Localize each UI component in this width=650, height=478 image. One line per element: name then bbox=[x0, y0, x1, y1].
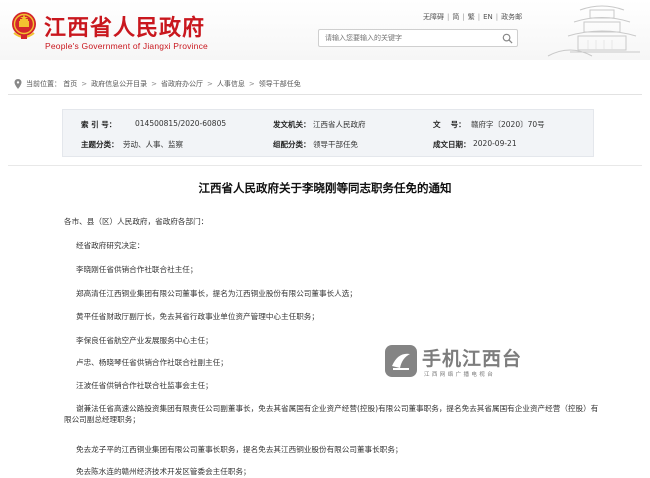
watermark-tagline: 江西网络广播电视台 bbox=[424, 372, 496, 378]
divider: | bbox=[495, 13, 499, 21]
subject-value: 劳动、人事、监察 bbox=[123, 140, 183, 149]
paragraph: 经省政府研究决定： bbox=[76, 241, 145, 250]
divider: | bbox=[477, 13, 481, 21]
category-value: 领导干部任免 bbox=[313, 140, 358, 149]
site-subtitle: People's Government of Jiangxi Province bbox=[45, 41, 208, 51]
paragraph: 免去陈水连的赣州经济技术开发区管委会主任职务； bbox=[76, 467, 251, 476]
doc-number-label: 文 号： bbox=[433, 120, 466, 129]
paragraph: 李保良任省航空产业发展服务中心主任； bbox=[76, 336, 213, 345]
breadcrumb-catalog[interactable]: 政府信息公开目录 bbox=[91, 80, 147, 88]
category-label: 组配分类： bbox=[273, 140, 311, 149]
breadcrumb-separator: > bbox=[248, 80, 255, 88]
paragraph: 李晓刚任省供销合作社联合社主任； bbox=[76, 265, 198, 274]
simplified-link[interactable]: 简 bbox=[452, 13, 459, 21]
traditional-link[interactable]: 繁 bbox=[468, 13, 475, 21]
date-value: 2020-09-21 bbox=[473, 139, 517, 148]
divider: | bbox=[462, 13, 465, 21]
english-link[interactable]: EN bbox=[483, 13, 493, 21]
index-value: 014500815/2020-60805 bbox=[135, 119, 227, 128]
breadcrumb-separator: > bbox=[81, 80, 88, 88]
breadcrumb-appointments[interactable]: 领导干部任免 bbox=[259, 80, 301, 88]
breadcrumb-separator: > bbox=[151, 80, 157, 88]
paragraph: 汪波任省供销合作社联合社监事会主任； bbox=[76, 381, 213, 390]
search-box bbox=[318, 29, 518, 47]
breadcrumb-separator: > bbox=[206, 80, 213, 88]
date-label: 成文日期： bbox=[433, 140, 471, 149]
breadcrumb-label: 当前位置： bbox=[26, 80, 61, 88]
issuer-label: 发文机关： bbox=[273, 120, 311, 129]
breadcrumb-home[interactable]: 首页 bbox=[63, 80, 77, 88]
paragraph: 卢忠、杨晓琴任省供销合作社联合社副主任； bbox=[76, 358, 228, 367]
watermark: 手机江西台 江西网络广播电视台 bbox=[384, 344, 554, 380]
doc-number-value: 赣府字〔2020〕70号 bbox=[471, 120, 545, 129]
jxtv-logo-icon bbox=[385, 345, 417, 377]
search-input[interactable] bbox=[319, 30, 495, 46]
location-icon bbox=[14, 79, 22, 89]
site-title[interactable]: 江西省人民政府 bbox=[44, 10, 205, 42]
paragraph: 黄平任省财政厅副厅长，免去其省行政事业单位资产管理中心主任职务； bbox=[76, 312, 319, 321]
paragraph: 免去龙子平的江西铜业集团有限公司董事长职务，提名免去其江西铜业股份有限公司董事长… bbox=[76, 445, 403, 454]
top-links: 无障碍 | 简 | 繁 | EN | 政务邮 bbox=[423, 12, 522, 22]
breadcrumb-office[interactable]: 省政府办公厅 bbox=[161, 80, 203, 88]
salutation: 各市、县（区）人民政府，省政府各部门： bbox=[64, 217, 209, 226]
watermark-name: 手机江西台 bbox=[422, 348, 523, 370]
article-title: 江西省人民政府关于李晓刚等同志职务任免的通知 bbox=[198, 181, 452, 195]
divider: | bbox=[447, 13, 450, 21]
paragraph: 郑高清任江西铜业集团有限公司董事长，提名为江西铜业股份有限公司董事长人选； bbox=[76, 289, 357, 298]
issuer-value: 江西省人民政府 bbox=[313, 120, 366, 129]
accessibility-link[interactable]: 无障碍 bbox=[423, 13, 444, 21]
breadcrumb-personnel[interactable]: 人事信息 bbox=[217, 80, 245, 88]
index-label: 索 引 号： bbox=[81, 120, 117, 129]
pagoda-decoration-icon bbox=[547, 5, 640, 57]
subject-label: 主题分类： bbox=[81, 140, 119, 149]
site-header: 江西省人民政府 People's Government of Jiangxi P… bbox=[0, 0, 650, 60]
national-emblem-icon[interactable] bbox=[10, 11, 38, 41]
gov-mail-link[interactable]: 政务邮 bbox=[501, 13, 522, 21]
document-meta-box: 索 引 号： 014500815/2020-60805 发文机关： 江西省人民政… bbox=[62, 109, 594, 157]
divider bbox=[8, 165, 642, 166]
paragraph: 谢兼法任省高速公路投资集团有限责任公司副董事长，免去其省属国有企业资产经营(控股… bbox=[64, 404, 599, 424]
search-icon[interactable] bbox=[502, 33, 513, 44]
breadcrumb: 当前位置： 首页 > 政府信息公开目录 > 省政府办公厅 > 人事信息 > 领导干部任免 bbox=[0, 76, 650, 92]
divider bbox=[8, 94, 642, 95]
